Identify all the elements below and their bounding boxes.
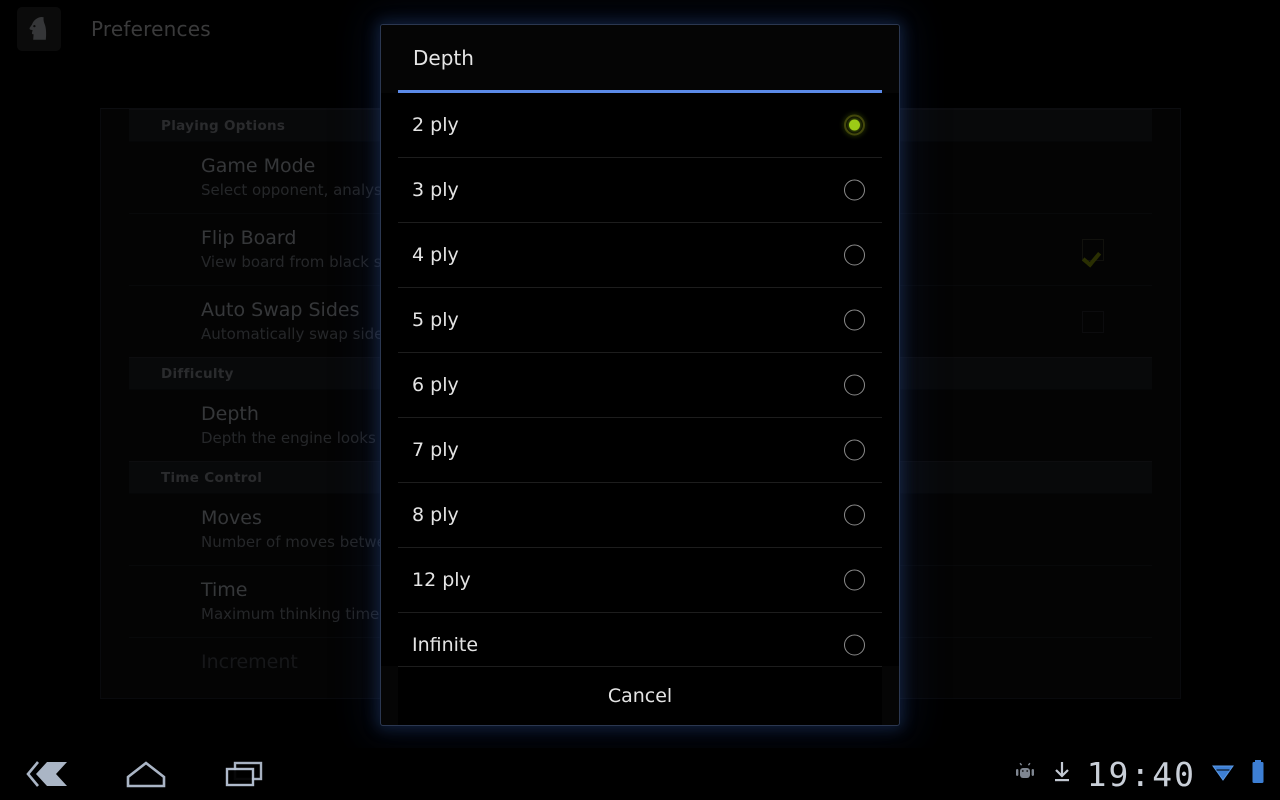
option-label: 4 ply <box>412 244 459 266</box>
wifi-icon <box>1210 760 1236 788</box>
home-icon[interactable] <box>116 754 176 794</box>
option-label: 12 ply <box>412 569 471 591</box>
screen: Preferences Playing Options Game Mode Se… <box>0 0 1280 800</box>
radio-unselected-icon[interactable] <box>844 244 865 266</box>
radio-unselected-icon[interactable] <box>844 374 865 396</box>
status-icons[interactable]: 19:40 <box>1013 755 1280 794</box>
option-row-2-ply[interactable]: 2 ply <box>398 93 882 158</box>
option-label: 3 ply <box>412 179 459 201</box>
option-row-8-ply[interactable]: 8 ply <box>398 483 882 548</box>
radio-unselected-icon[interactable] <box>844 634 865 656</box>
option-label: Infinite <box>412 634 479 656</box>
android-bug-icon <box>1013 760 1037 788</box>
radio-unselected-icon[interactable] <box>844 179 865 201</box>
recents-icon[interactable] <box>214 754 274 794</box>
option-row-3-ply[interactable]: 3 ply <box>398 158 882 223</box>
navigation-buttons <box>18 754 274 794</box>
option-row-6-ply[interactable]: 6 ply <box>398 353 882 418</box>
option-label: 2 ply <box>412 114 459 136</box>
depth-options-list[interactable]: 2 ply 3 ply 4 ply 5 ply 6 ply 7 ply 8 pl… <box>381 93 899 666</box>
option-label: 5 ply <box>412 309 459 331</box>
clock: 19:40 <box>1086 754 1196 794</box>
radio-unselected-icon[interactable] <box>844 309 865 331</box>
radio-selected-icon[interactable] <box>844 114 865 136</box>
dialog-title: Depth <box>381 25 899 90</box>
option-row-4-ply[interactable]: 4 ply <box>398 223 882 288</box>
radio-unselected-icon[interactable] <box>844 504 865 526</box>
radio-unselected-icon[interactable] <box>844 439 865 461</box>
option-label: 6 ply <box>412 374 459 396</box>
battery-icon <box>1250 758 1266 790</box>
cancel-button[interactable]: Cancel <box>398 666 882 725</box>
option-row-7-ply[interactable]: 7 ply <box>398 418 882 483</box>
option-row-infinite[interactable]: Infinite <box>398 613 882 666</box>
depth-dialog: Depth 2 ply 3 ply 4 ply 5 ply 6 ply 7 pl… <box>380 24 900 726</box>
system-bar: 19:40 <box>0 748 1280 800</box>
option-row-12-ply[interactable]: 12 ply <box>398 548 882 613</box>
option-label: 8 ply <box>412 504 459 526</box>
back-icon[interactable] <box>18 754 78 794</box>
option-label: 7 ply <box>412 439 459 461</box>
radio-unselected-icon[interactable] <box>844 569 865 591</box>
option-row-5-ply[interactable]: 5 ply <box>398 288 882 353</box>
download-icon <box>1051 759 1073 789</box>
